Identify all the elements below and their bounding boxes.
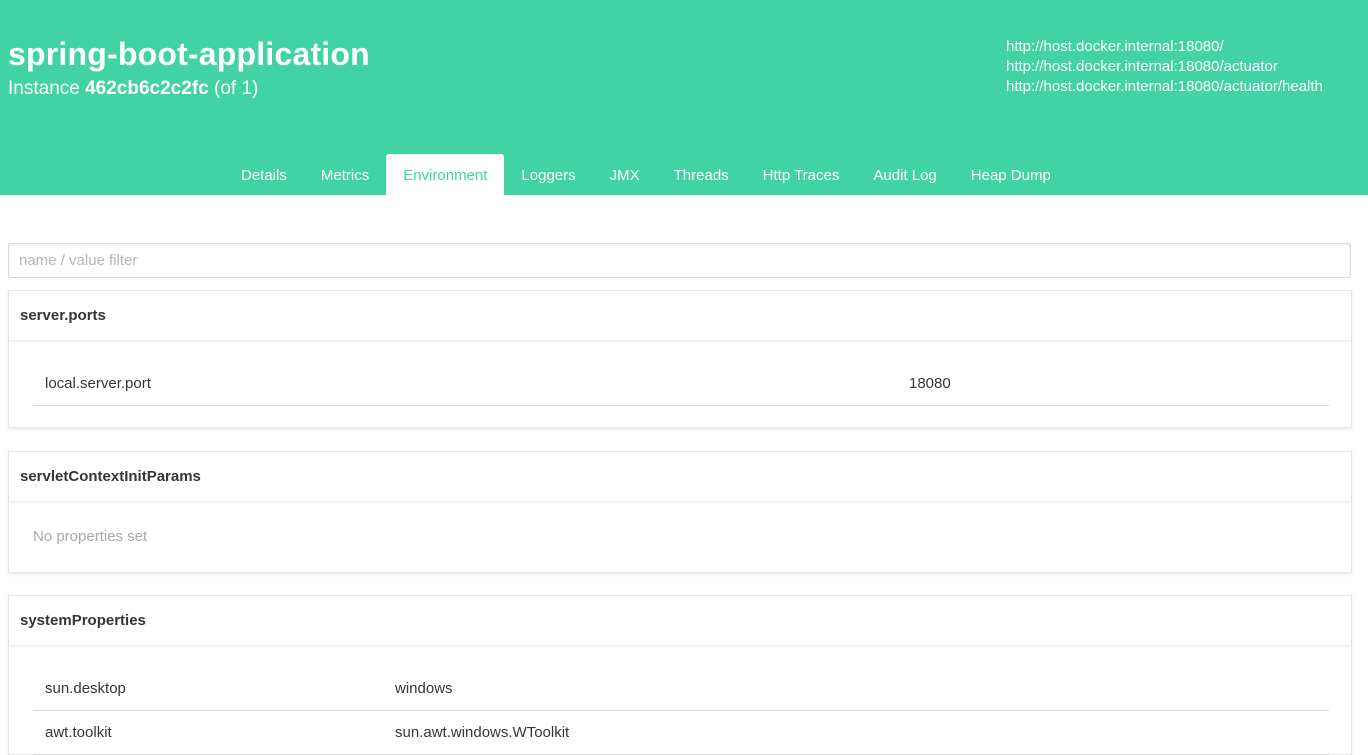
property-name: sun.desktop — [45, 680, 126, 697]
property-row: sun.desktop windows — [33, 667, 1329, 711]
property-row: awt.toolkit sun.awt.windows.WToolkit — [33, 711, 1329, 755]
tab-details[interactable]: Details — [224, 154, 304, 195]
health-url-link[interactable]: http://host.docker.internal:18080/actuat… — [1006, 77, 1323, 97]
tab-environment[interactable]: Environment — [386, 154, 505, 195]
property-source-card: servletContextInitParams No properties s… — [8, 451, 1352, 573]
property-value: sun.awt.windows.WToolkit — [395, 724, 570, 741]
instance-tabs: Details Metrics Environment Loggers JMX … — [224, 154, 1068, 195]
tab-jmx[interactable]: JMX — [593, 154, 657, 195]
property-filter-input[interactable] — [8, 243, 1351, 278]
property-source-title: servletContextInitParams — [9, 452, 1351, 502]
app-header: spring-boot-application Instance 462cb6c… — [0, 0, 1368, 195]
property-source-card: server.ports local.server.port 18080 — [8, 290, 1352, 428]
tab-metrics[interactable]: Metrics — [304, 154, 386, 195]
property-name: local.server.port — [45, 375, 151, 392]
property-source-card: systemProperties sun.desktop windows awt… — [8, 595, 1352, 755]
management-url-link[interactable]: http://host.docker.internal:18080/actuat… — [1006, 57, 1323, 77]
tab-http-traces[interactable]: Http Traces — [746, 154, 857, 195]
property-source-title: server.ports — [9, 291, 1351, 341]
instance-info: Instance 462cb6c2c2fc (of 1) — [8, 78, 258, 100]
property-value: 18080 — [909, 375, 951, 392]
instance-count: (of 1) — [214, 78, 259, 99]
property-value: windows — [395, 680, 453, 697]
tab-heap-dump[interactable]: Heap Dump — [954, 154, 1068, 195]
app-name: spring-boot-application — [8, 36, 370, 72]
tab-audit-log[interactable]: Audit Log — [856, 154, 953, 195]
tab-threads[interactable]: Threads — [657, 154, 746, 195]
instance-id: 462cb6c2c2fc — [85, 78, 209, 99]
service-url-link[interactable]: http://host.docker.internal:18080/ — [1006, 37, 1323, 57]
empty-properties-text: No properties set — [33, 528, 148, 545]
property-row: local.server.port 18080 — [33, 362, 1329, 406]
tab-loggers[interactable]: Loggers — [504, 154, 592, 195]
instance-urls: http://host.docker.internal:18080/ http:… — [1006, 37, 1323, 97]
property-source-title: systemProperties — [9, 596, 1351, 646]
property-name: awt.toolkit — [45, 724, 112, 741]
instance-label: Instance — [8, 78, 80, 99]
